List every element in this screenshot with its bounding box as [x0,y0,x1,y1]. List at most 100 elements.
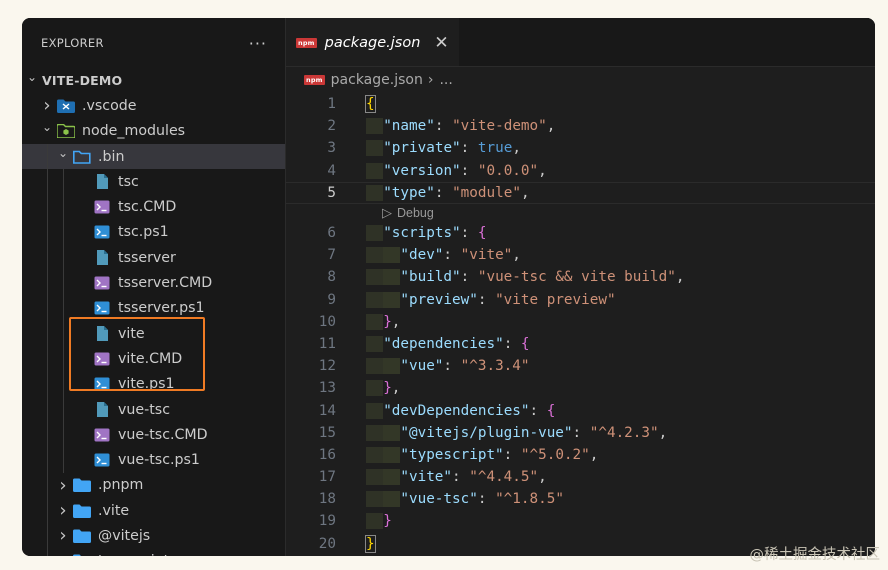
chevron-down-icon[interactable]: ⌄ [40,120,54,134]
code-line[interactable]: 7 "dev": "vite", [286,244,875,266]
tree-item-tsc[interactable]: tsc [22,169,285,195]
breadcrumb-symbols[interactable]: ... [439,72,452,88]
indent-whitespace [366,225,384,242]
tree-item-pnpm[interactable]: › .pnpm [22,472,285,499]
tree-item-vite-ps1[interactable]: vite.ps1 [22,371,285,397]
tree-item-label: .pnpm [98,477,144,494]
code-line[interactable]: 2 "name": "vite-demo", [286,115,875,137]
more-actions-icon[interactable]: ··· [249,34,267,53]
code-token: { [477,225,487,242]
line-number: 13 [318,380,336,397]
tree-item-tsserver-cmd[interactable]: tsserver.CMD [22,270,285,296]
tree-item-tsc-cmd[interactable]: tsc.CMD [22,194,285,220]
code-line[interactable]: 3 "private": true, [286,137,875,159]
tree-item-label: tsserver.CMD [118,275,213,292]
tree-item-vscode[interactable]: › .vscode [22,93,285,118]
indent-whitespace [383,269,401,286]
tree-item-label: typescript [98,553,169,556]
breadcrumb: npm package.json › ... [286,67,875,93]
code-text: "preview": "vite preview" [366,291,616,308]
code-token: "vite-demo" [452,118,547,135]
code-token: , [512,247,521,264]
code-token: , [589,446,599,463]
tree-item-label: VITE-DEMO [42,73,123,89]
chevron-right-icon[interactable]: › [56,525,70,546]
chevron-right-icon[interactable]: › [56,551,70,556]
chevron-down-icon[interactable]: ⌄ [25,70,39,84]
indent-guide [63,371,64,397]
tab-package-json[interactable]: npm package.json ✕ [286,18,459,66]
tree-item-label: @vitejs [98,527,151,544]
code-token: : [460,140,478,157]
code-line[interactable]: 16 "typescript": "^5.0.2", [286,444,875,466]
powershell-file-icon [93,224,111,240]
line-number: 2 [327,118,336,135]
breadcrumb-file[interactable]: package.json [331,72,423,88]
code-line[interactable]: 4 "version": "0.0.0", [286,160,875,182]
indent-whitespace [383,358,401,375]
code-token: } [365,534,376,553]
code-token: "@vitejs/plugin-vue" [400,424,573,441]
tree-item-tsserver[interactable]: tsserver [22,245,285,271]
tree-item-vue-tsc[interactable]: vue-tsc [22,396,285,423]
tree-item-label: .vite [98,502,130,519]
folder-icon [73,503,91,519]
code-line[interactable]: 6 "scripts": { [286,222,875,244]
indent-whitespace [366,446,384,463]
tree-item-node-modules[interactable]: ⌄ node_modules [22,119,285,144]
debug-codelens[interactable]: ▷ Debug [286,204,875,222]
tree-item-vue-tsc-cmd[interactable]: vue-tsc.CMD [22,422,285,448]
code-line[interactable]: 1{ [286,93,875,115]
debug-label: Debug [397,205,434,220]
indent-guide [63,245,64,271]
tree-item-label: vite [118,325,145,342]
indent-whitespace [366,380,384,397]
tree-item-tsc-ps1[interactable]: tsc.ps1 [22,219,285,246]
code-line[interactable]: 18 "vue-tsc": "^1.8.5" [286,488,875,510]
code-line[interactable]: 13 }, [286,377,875,399]
code-line[interactable]: 10 }, [286,311,875,333]
code-editor[interactable]: 1{2 "name": "vite-demo", 3 "private": tru… [286,93,875,556]
code-text: } [365,534,376,553]
code-line[interactable]: 17 "vite": "^4.4.5", [286,466,875,488]
code-token: "typescript" [400,446,504,463]
code-line[interactable]: 9 "preview": "vite preview" [286,289,875,311]
tree-item-vite[interactable]: vite [22,320,285,347]
close-icon[interactable]: ✕ [434,33,448,53]
tree-item-label: node_modules [82,123,186,140]
tree-item-tsserver-ps1[interactable]: tsserver.ps1 [22,295,285,321]
tree-item-vite[interactable]: › .vite [22,498,285,524]
tree-item-vite-cmd[interactable]: vite.CMD [22,346,285,372]
code-token: : [443,247,461,264]
indent-whitespace [366,469,384,486]
code-line[interactable]: 8 "build": "vue-tsc && vite build", [286,266,875,288]
tree-item-typescript[interactable]: › typescript [22,548,285,556]
tree-item-vue-tsc-ps1[interactable]: vue-tsc.ps1 [22,447,285,473]
code-line[interactable]: 12 "vue": "^3.3.4" [286,355,875,377]
code-line[interactable]: 19 } [286,510,875,532]
indent-guide [63,270,64,296]
chevron-right-icon[interactable]: › [56,500,70,521]
code-token: , [391,380,401,397]
indent-whitespace [383,247,401,264]
tree-item-bin[interactable]: ⌄ .bin [22,143,285,170]
code-line[interactable]: 11 "dependencies": { [286,333,875,355]
chevron-right-icon[interactable]: › [40,95,54,116]
code-token: : [477,491,496,508]
chevron-right-icon[interactable]: › [56,475,70,496]
code-text: }, [366,313,400,330]
chevron-down-icon[interactable]: ⌄ [56,146,70,160]
code-token: , [520,184,530,201]
indent-whitespace [366,358,384,375]
workspace-root[interactable]: ⌄ VITE-DEMO [22,68,285,93]
code-line[interactable]: 15 "@vitejs/plugin-vue": "^4.2.3", [286,422,875,444]
indent-guide [47,346,48,372]
cmd-file-icon [93,199,111,215]
node-modules-folder-icon [57,123,75,139]
code-token: "vue-tsc && vite build" [477,269,676,286]
tree-item-vitejs[interactable]: › @vitejs [22,523,285,549]
code-token: "version" [383,162,461,179]
code-line[interactable]: 5 "type": "module", [286,182,875,204]
line-number: 5 [327,184,336,201]
code-line[interactable]: 14 "devDependencies": { [286,399,875,421]
